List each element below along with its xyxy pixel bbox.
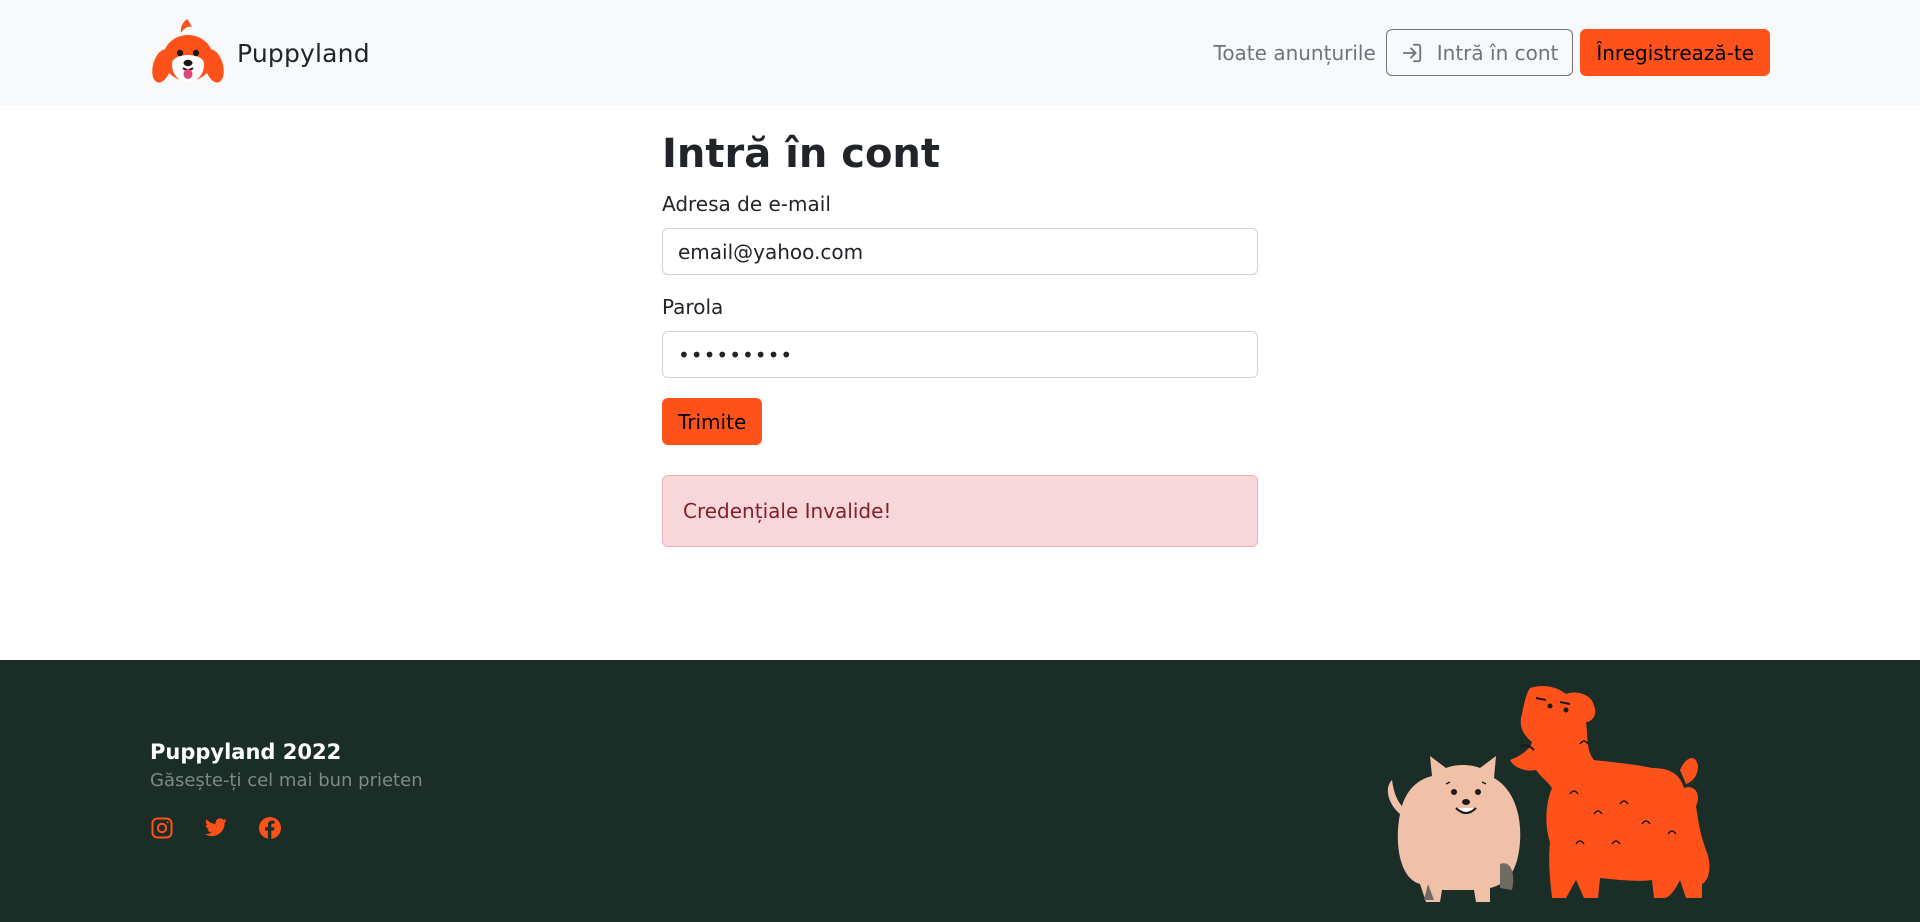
password-field[interactable] [662, 331, 1258, 378]
login-section: Intră în cont Adresa de e-mail Parola Tr… [662, 128, 1258, 547]
password-label: Parola [662, 295, 724, 319]
nav-actions: Toate anunțurile Intră în cont Înregistr… [1214, 29, 1770, 76]
login-arrow-icon [1402, 43, 1421, 62]
orange-terrier-figure [1510, 686, 1710, 898]
email-label: Adresa de e-mail [662, 192, 831, 216]
footer: Puppyland 2022 Găsește-ți cel mai bun pr… [0, 660, 1920, 922]
navbar: Puppyland Toate anunțurile Intră în cont… [0, 0, 1920, 105]
pink-dog-figure [1387, 756, 1521, 902]
footer-title: Puppyland 2022 [150, 740, 342, 764]
register-button[interactable]: Înregistrează-te [1580, 29, 1770, 76]
login-nav-button[interactable]: Intră în cont [1385, 29, 1574, 76]
dogs-illustration [1387, 686, 1710, 902]
login-nav-label: Intră în cont [1436, 40, 1559, 65]
page-title: Intră în cont [662, 131, 941, 177]
puppy-logo-icon [152, 19, 224, 83]
facebook-icon[interactable] [258, 816, 282, 840]
twitter-icon[interactable] [204, 816, 228, 840]
email-field[interactable] [662, 228, 1258, 275]
error-alert: Credențiale Invalide! [662, 475, 1258, 547]
social-links [150, 816, 312, 840]
brand-link[interactable]: Puppyland [150, 16, 370, 91]
brand-name: Puppyland [237, 39, 370, 68]
instagram-icon[interactable] [150, 816, 174, 840]
nav-all-ads-link[interactable]: Toate anunțurile [1214, 41, 1376, 65]
footer-tagline: Găsește-ți cel mai bun prieten [150, 770, 423, 791]
submit-button[interactable]: Trimite [662, 398, 763, 445]
